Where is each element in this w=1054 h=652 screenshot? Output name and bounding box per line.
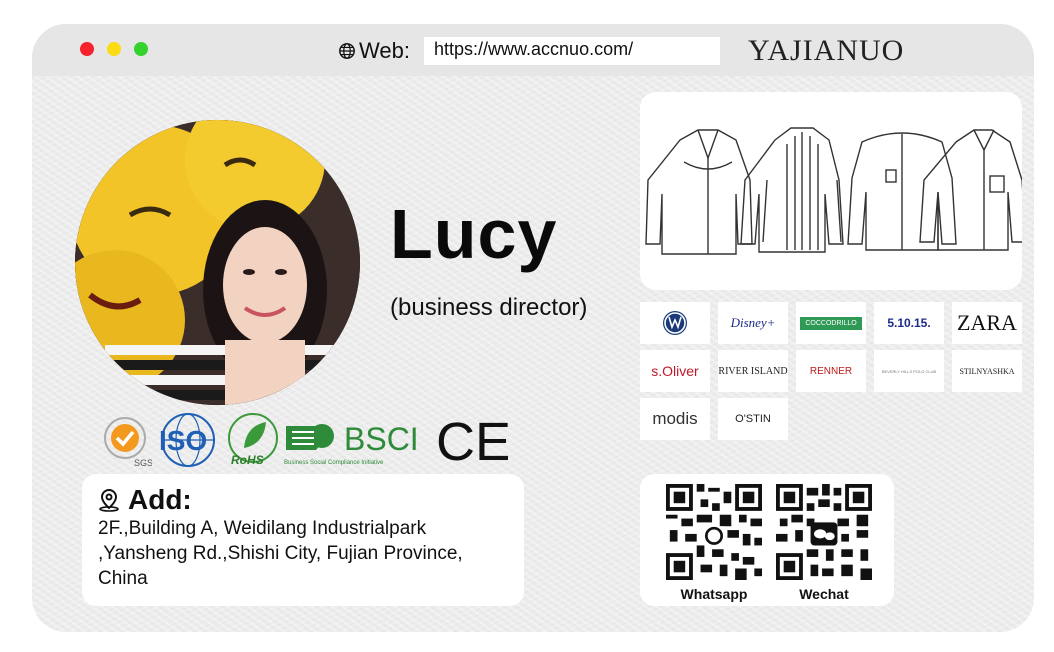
brand-logo-volkswagen <box>640 302 710 344</box>
address-line-2: ,Yansheng Rd.,Shishi City, Fujian Provin… <box>98 543 463 564</box>
ce-cert-icon: CE <box>436 414 508 468</box>
profile-photo-illustration <box>75 120 360 405</box>
ce-text: CE <box>436 414 508 468</box>
brand-logo-stilnyashka: STILNYASHKA <box>952 350 1022 392</box>
rohs-cert-icon: RoHS <box>228 413 278 467</box>
coccodrillo-text: COCCODRILLO <box>800 316 862 330</box>
certification-logos: SGS ISO RoHS BSCI Business Social Compli… <box>98 412 508 468</box>
sgs-text: SGS <box>134 458 152 468</box>
address-card: Add: 2F.,Building A, Weidilang Industria… <box>82 474 524 606</box>
brand-logo-renner: RENNER <box>796 350 866 392</box>
sgs-cert-icon: SGS <box>104 417 152 468</box>
jacket-sketches-illustration <box>645 127 1027 255</box>
rohs-text: RoHS <box>231 453 264 467</box>
maximize-dot[interactable] <box>134 42 148 56</box>
vw-logo-icon <box>663 311 687 335</box>
address-line-1: 2F.,Building A, Weidilang Industrialpark <box>98 518 427 539</box>
wechat-label: Wechat <box>799 586 849 602</box>
brand-logo-soliver: s.Oliver <box>640 350 710 392</box>
person-role: (business director) <box>390 294 588 321</box>
bsci-cert-icon: BSCI Business Social Compliance Initiati… <box>284 421 419 466</box>
title-bar: Web: https://www.accnuo.com/ YAJIANUO <box>32 24 1034 76</box>
person-name: Lucy <box>390 195 558 273</box>
web-label-text: Web: <box>359 38 410 63</box>
address-heading: Add: <box>98 484 508 516</box>
whatsapp-qr-code[interactable] <box>666 484 762 580</box>
brand-logo-coccodrillo: COCCODRILLO <box>796 302 866 344</box>
client-brand-logos: Disney+ COCCODRILLO 5.10.15. ZARA s.Oliv… <box>640 302 1030 446</box>
brand-logo-ostin: O'STIN <box>718 398 788 440</box>
location-pin-icon <box>99 488 119 512</box>
brand-logo-51015: 5.10.15. <box>874 302 944 344</box>
minimize-dot[interactable] <box>107 42 121 56</box>
brand-name: YAJIANUO <box>748 34 905 67</box>
close-dot[interactable] <box>80 42 94 56</box>
iso-cert-icon: ISO <box>159 413 215 467</box>
brand-logo-disney: Disney+ <box>718 302 788 344</box>
bsci-subtext: Business Social Compliance Initiative <box>284 460 384 466</box>
brand-logo-beverly-hills-polo-club: BEVERLY HILLS POLO CLUB <box>874 350 944 392</box>
globe-icon <box>339 43 355 59</box>
address-title: Add: <box>128 484 192 515</box>
brand-logo-zara: ZARA <box>952 302 1022 344</box>
web-label: Web: <box>338 38 410 64</box>
address-line-3: China <box>98 568 148 589</box>
bsci-text: BSCI <box>344 421 419 457</box>
profile-photo <box>75 120 360 405</box>
brand-logo-river-island: RIVER ISLAND <box>718 350 788 392</box>
wechat-qr-code[interactable] <box>776 484 872 580</box>
iso-text: ISO <box>159 425 207 456</box>
qr-codes-card: Whatsapp Wechat <box>640 474 894 606</box>
business-card: Web: https://www.accnuo.com/ YAJIANUO Lu… <box>32 24 1034 632</box>
whatsapp-label: Whatsapp <box>680 586 748 602</box>
brand-logo-modis: modis <box>640 398 710 440</box>
garment-sketches <box>640 92 1027 290</box>
website-url[interactable]: https://www.accnuo.com/ <box>424 37 720 65</box>
